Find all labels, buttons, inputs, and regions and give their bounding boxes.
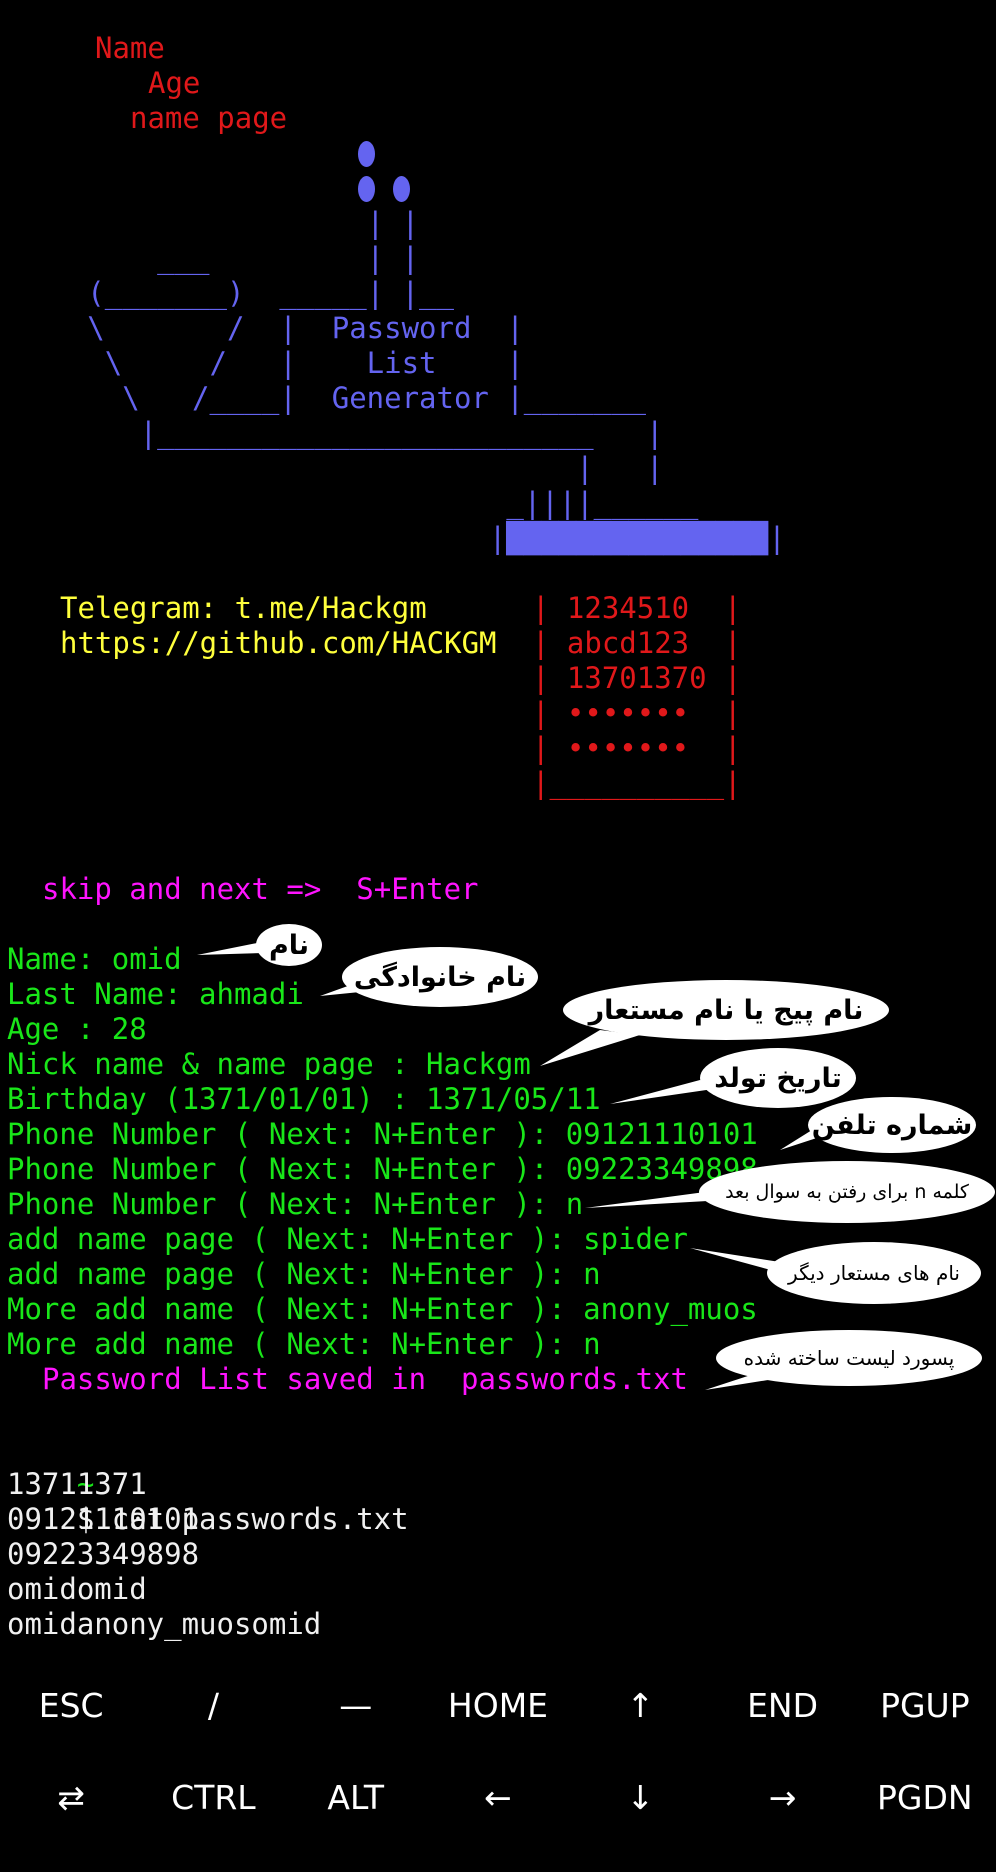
callout-name: نام	[256, 924, 322, 966]
key-end[interactable]: END	[711, 1660, 853, 1750]
key-slash[interactable]: /	[142, 1660, 284, 1750]
key-home[interactable]: HOME	[427, 1660, 569, 1750]
extra-keys-bar: ESC / — HOME ↑ END PGUP ⇄ CTRL ALT ← ↓ →…	[0, 1660, 996, 1872]
key-pgdn[interactable]: PGDN	[854, 1752, 996, 1842]
key-ctrl[interactable]: CTRL	[142, 1752, 284, 1842]
key-alt[interactable]: ALT	[285, 1752, 427, 1842]
callout-nick-name: نام پیج یا نام مستعار	[563, 980, 889, 1040]
extra-keys-row-2: ⇄ CTRL ALT ← ↓ → PGDN	[0, 1752, 996, 1842]
key-esc[interactable]: ESC	[0, 1660, 142, 1750]
callout-next-word: کلمه n برای رفتن به سوال بعد	[699, 1161, 995, 1223]
key-up-arrow-icon[interactable]: ↑	[569, 1660, 711, 1750]
extra-keys-row-1: ESC / — HOME ↑ END PGUP	[0, 1660, 996, 1750]
callout-password-list: پسورد لیست ساخته شده	[716, 1330, 982, 1386]
callout-phone: شماره تلفن	[808, 1097, 976, 1153]
key-down-arrow-icon[interactable]: ↓	[569, 1752, 711, 1842]
key-left-arrow-icon[interactable]: ←	[427, 1752, 569, 1842]
callout-birthday: تاریخ تولد	[700, 1048, 856, 1108]
key-pgup[interactable]: PGUP	[854, 1660, 996, 1750]
terminal-screen: Name Age name page | | | | ___ (_______)…	[0, 0, 996, 1660]
callout-last-name: نام خانوادگی	[342, 947, 538, 1007]
callout-other-nicknames: نام های مستعار دیگر	[767, 1242, 981, 1304]
callout-pointers	[197, 942, 835, 1390]
key-right-arrow-icon[interactable]: →	[711, 1752, 853, 1842]
key-dash[interactable]: —	[285, 1660, 427, 1750]
key-tab-icon[interactable]: ⇄	[0, 1752, 142, 1842]
